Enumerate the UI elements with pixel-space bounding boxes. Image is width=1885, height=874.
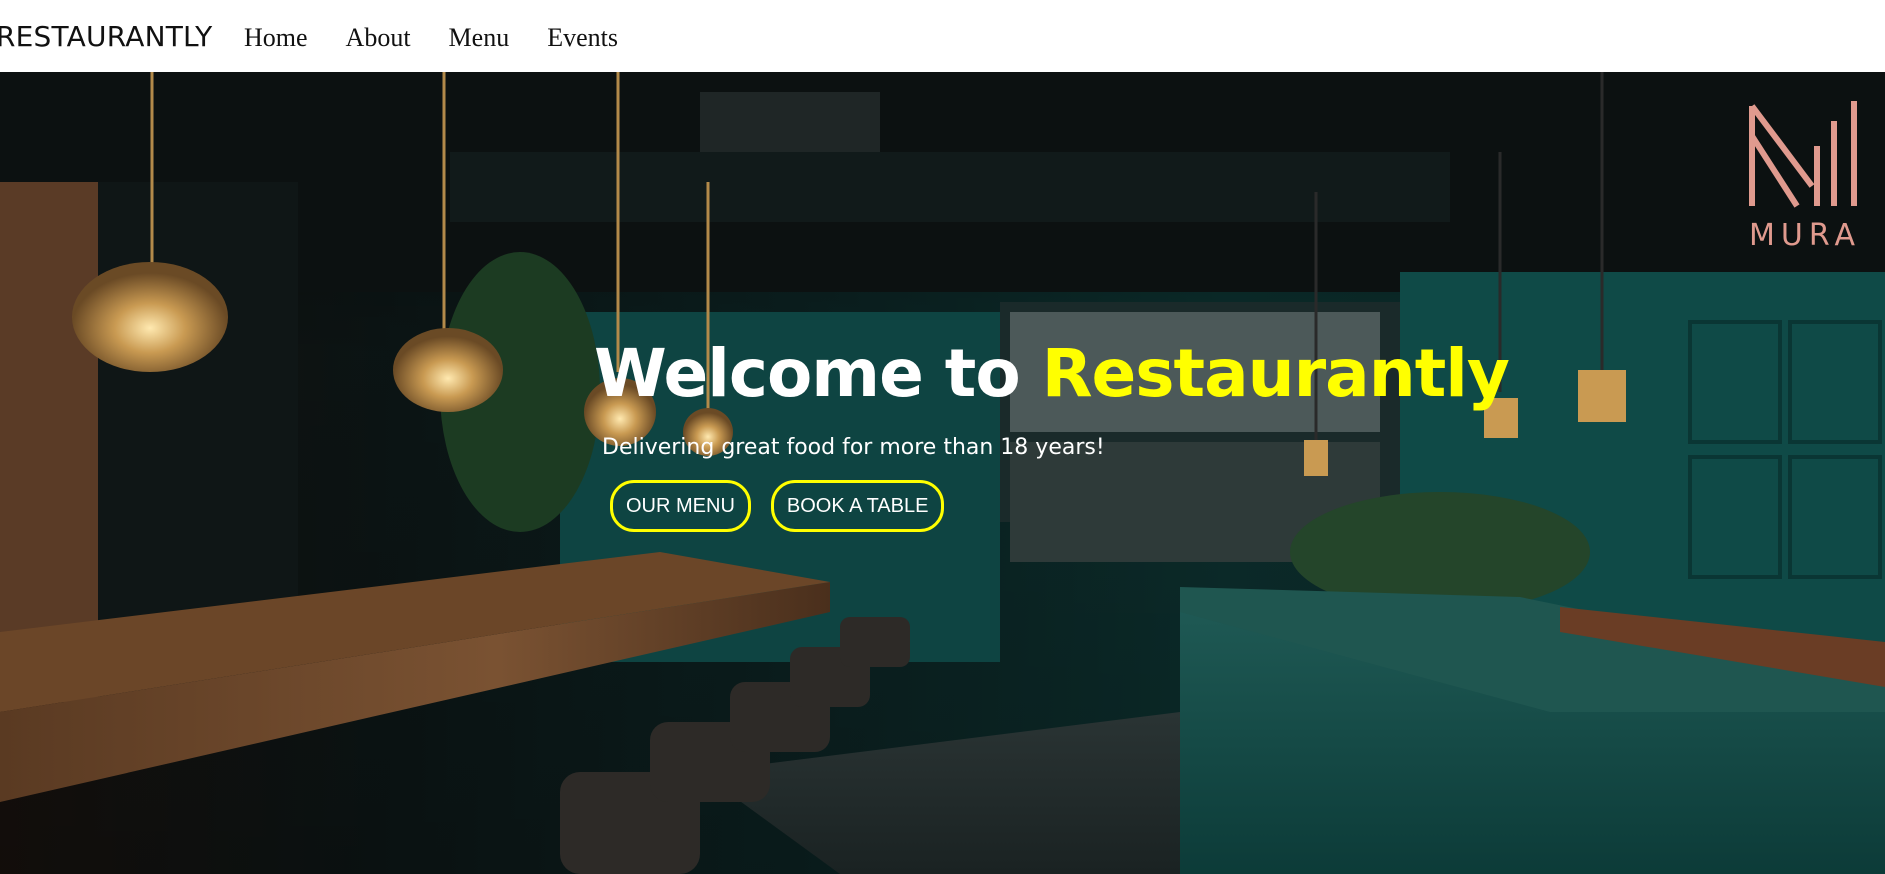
nav-link-about[interactable]: About	[346, 22, 411, 54]
book-table-button[interactable]: BOOK A TABLE	[770, 480, 945, 532]
top-navbar: RESTAURANTLY Home About Menu Events	[0, 0, 1885, 72]
hero-subtitle: Delivering great food for more than 18 y…	[602, 435, 1105, 460]
brand-logo-text[interactable]: RESTAURANTLY	[0, 20, 212, 54]
main-nav: Home About Menu Events	[244, 22, 656, 54]
our-menu-button[interactable]: OUR MENU	[610, 480, 751, 532]
nav-link-menu[interactable]: Menu	[449, 22, 510, 54]
mura-logo-text: MURA	[1749, 218, 1861, 253]
nav-link-events[interactable]: Events	[547, 22, 618, 54]
mura-logo-icon	[1749, 101, 1857, 208]
hero-section: MURA Welcome to Restaurantly Delivering …	[0, 72, 1885, 874]
mura-logo: MURA	[1742, 96, 1868, 256]
hero-title: Welcome to Restaurantly	[594, 332, 1510, 416]
nav-link-home[interactable]: Home	[244, 22, 308, 54]
hero-buttons: OUR MENU BOOK A TABLE	[610, 480, 1414, 532]
hero-title-prefix: Welcome to	[594, 335, 1042, 412]
hero-content: Welcome to Restaurantly Delivering great…	[594, 332, 1510, 532]
hero-title-accent: Restaurantly	[1041, 335, 1510, 412]
